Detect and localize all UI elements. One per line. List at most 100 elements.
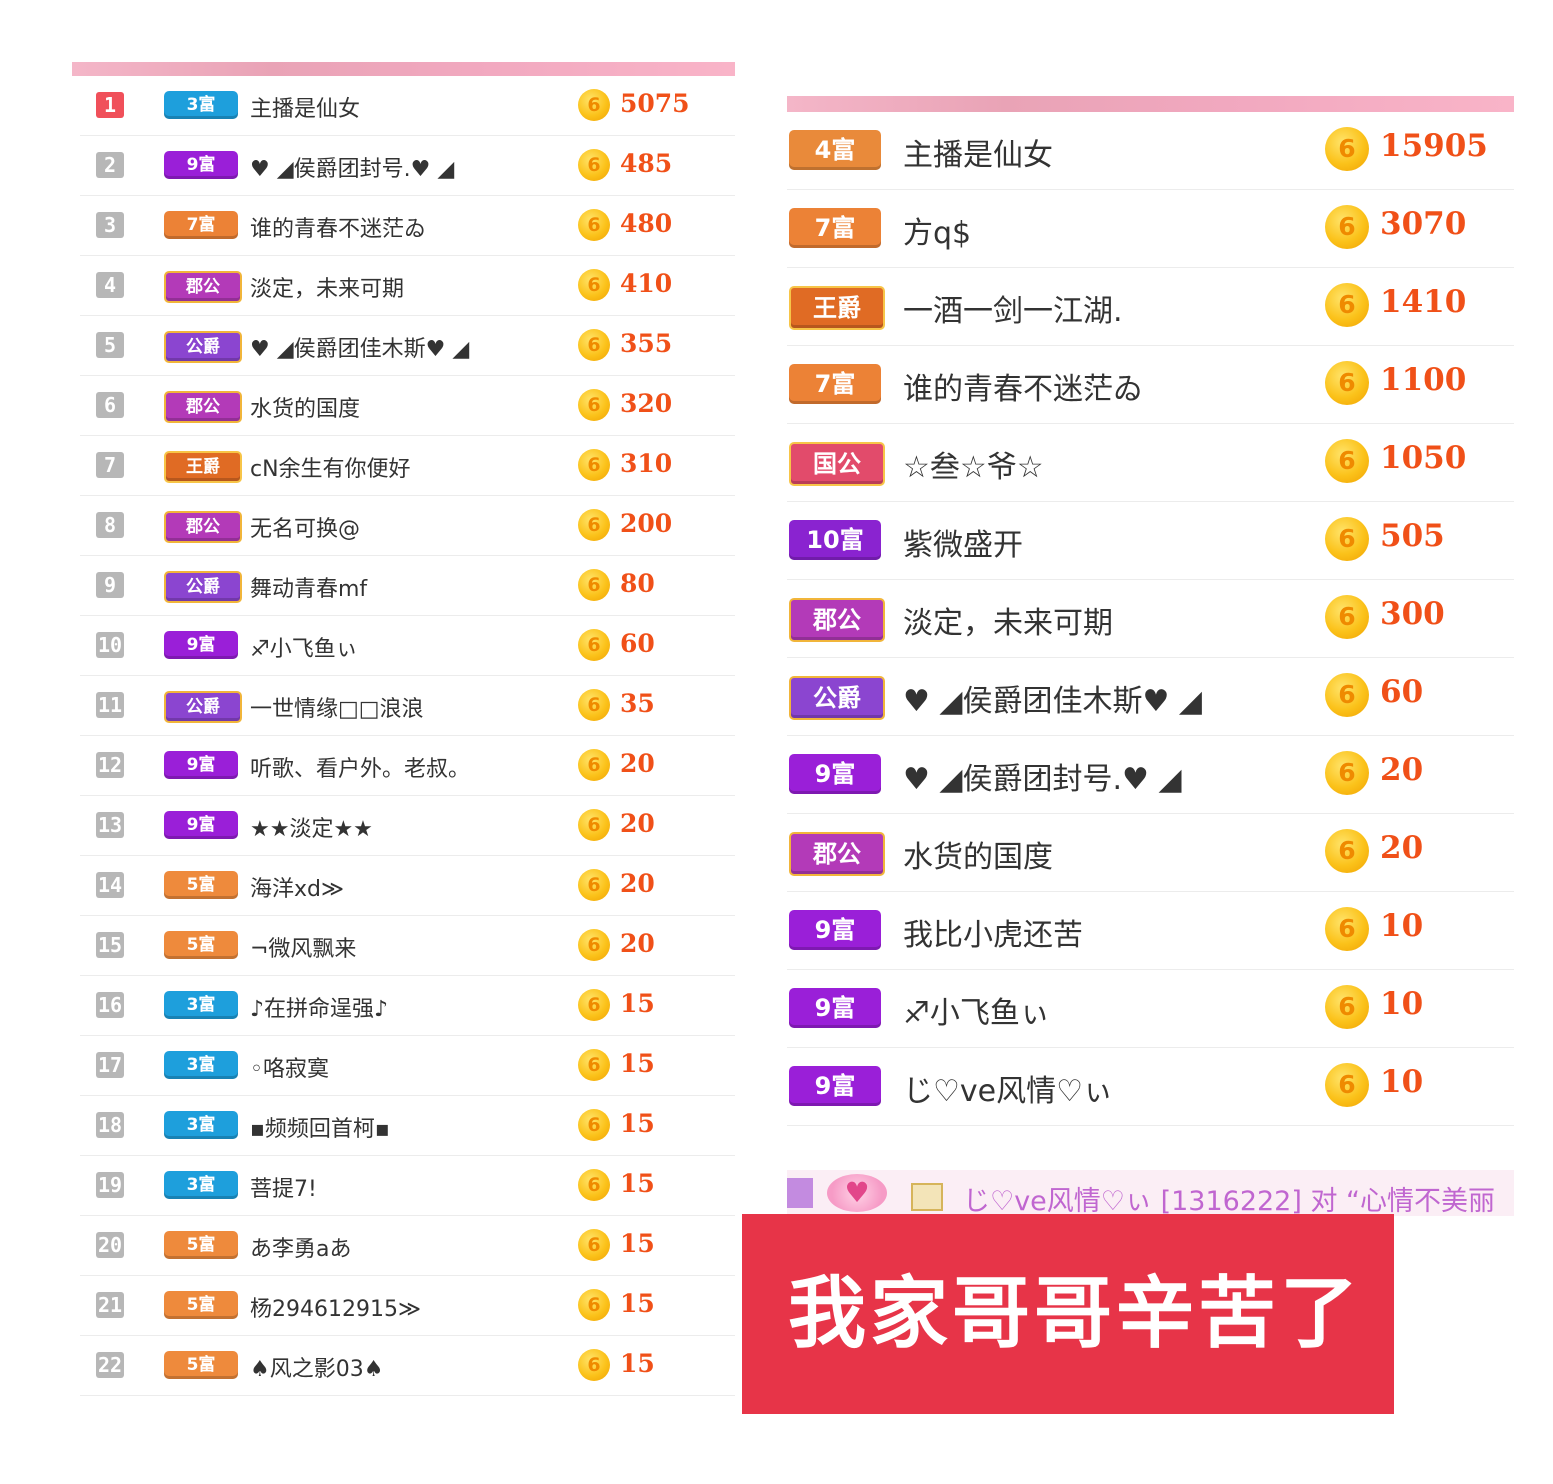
coin-amount: 320 <box>620 389 673 418</box>
user-name[interactable]: 一酒一剑一江湖. <box>903 286 1123 330</box>
coin-icon: 6 <box>1325 439 1369 483</box>
list-item[interactable]: 9富 我比小虎还苦 6 10 <box>787 892 1514 970</box>
user-name[interactable]: ♥ ◢侯爵团封号.♥ ◢ <box>903 754 1182 798</box>
list-item[interactable]: 3 7富 谁的青春不迷茫ゐ 6 480 <box>80 196 735 256</box>
list-item[interactable]: 公爵 ♥ ◢侯爵团佳木斯♥ ◢ 6 60 <box>787 658 1514 736</box>
list-item[interactable]: 13 9富 ★★淡定★★ 6 20 <box>80 796 735 856</box>
list-item[interactable]: 7富 谁的青春不迷茫ゐ 6 1100 <box>787 346 1514 424</box>
chat-message-text: じ♡ve风情♡ぃ [1316222] 对 “心情不美丽 <box>963 1186 1496 1216</box>
coin-icon: 6 <box>578 1169 610 1201</box>
coin-amount: 410 <box>620 269 673 298</box>
list-item[interactable]: 4 郡公 淡定，未来可期 6 410 <box>80 256 735 316</box>
level-badge: 5富 <box>164 1231 238 1259</box>
list-item[interactable]: 郡公 淡定，未来可期 6 300 <box>787 580 1514 658</box>
list-item[interactable]: 7富 方q$ 6 3070 <box>787 190 1514 268</box>
list-item[interactable]: 14 5富 海洋xd≫ 6 20 <box>80 856 735 916</box>
list-item[interactable]: 8 郡公 无名可换@ 6 200 <box>80 496 735 556</box>
coin-amount: 3070 <box>1380 206 1467 242</box>
list-item[interactable]: 7 王爵 cN余生有你便好 6 310 <box>80 436 735 496</box>
user-name[interactable]: ♥ ◢侯爵团佳木斯♥ ◢ <box>250 331 469 363</box>
coin-icon: 6 <box>1325 127 1369 171</box>
user-name[interactable]: ♠风之影03♠ <box>250 1351 383 1383</box>
list-item[interactable]: 10富 紫微盛开 6 505 <box>787 502 1514 580</box>
list-item[interactable]: 4富 主播是仙女 6 15905 <box>787 112 1514 190</box>
coin-amount: 15 <box>620 1109 655 1138</box>
user-name[interactable]: 淡定，未来可期 <box>903 598 1113 642</box>
user-name[interactable]: 方q$ <box>903 208 971 252</box>
user-name[interactable]: 水货的国度 <box>250 391 360 423</box>
list-item[interactable]: 9 公爵 舞动青春mf 6 80 <box>80 556 735 616</box>
coin-icon: 6 <box>578 1349 610 1381</box>
coin-icon: 6 <box>1325 283 1369 327</box>
user-name[interactable]: ☆叁☆爷☆ <box>903 442 1044 486</box>
list-item[interactable]: 国公 ☆叁☆爷☆ 6 1050 <box>787 424 1514 502</box>
user-name[interactable]: 一世情缘□□浪浪 <box>250 691 424 723</box>
user-name[interactable]: 水货的国度 <box>903 832 1053 876</box>
user-name[interactable]: 谁的青春不迷茫ゐ <box>250 211 426 243</box>
list-item[interactable]: 10 9富 ♐小飞鱼ぃ 6 60 <box>80 616 735 676</box>
user-name[interactable]: 紫微盛开 <box>903 520 1023 564</box>
list-item[interactable]: 20 5富 あ李勇aあ 6 15 <box>80 1216 735 1276</box>
list-item[interactable]: 12 9富 听歌、看户外。老叔。 6 20 <box>80 736 735 796</box>
user-name[interactable]: ¬微风飘来 <box>250 931 356 963</box>
user-name[interactable]: 听歌、看户外。老叔。 <box>250 751 470 783</box>
user-name[interactable]: 海洋xd≫ <box>250 871 344 903</box>
level-badge: 4富 <box>789 130 881 170</box>
rank-number: 15 <box>96 932 124 958</box>
coin-amount: 480 <box>620 209 673 238</box>
user-name[interactable]: ♥ ◢侯爵团封号.♥ ◢ <box>250 151 454 183</box>
user-name[interactable]: 谁的青春不迷茫ゐ <box>903 364 1143 408</box>
rank-number: 10 <box>96 632 124 658</box>
user-name[interactable]: ♥ ◢侯爵团佳木斯♥ ◢ <box>903 676 1202 720</box>
user-name[interactable]: 主播是仙女 <box>250 91 360 123</box>
user-name[interactable]: 主播是仙女 <box>903 130 1053 174</box>
user-name[interactable]: ♪在拼命逞强♪ <box>250 991 388 1023</box>
list-item[interactable]: 1 3富 主播是仙女 6 5075 <box>80 76 735 136</box>
list-item[interactable]: 15 5富 ¬微风飘来 6 20 <box>80 916 735 976</box>
user-name[interactable]: あ李勇aあ <box>250 1231 351 1263</box>
user-name[interactable]: cN余生有你便好 <box>250 451 411 483</box>
level-badge: 5富 <box>164 1351 238 1379</box>
user-name[interactable]: 杨294612915≫ <box>250 1291 421 1323</box>
list-item[interactable]: 2 9富 ♥ ◢侯爵团封号.♥ ◢ 6 485 <box>80 136 735 196</box>
coin-icon: 6 <box>578 929 610 961</box>
user-name[interactable]: 舞动青春mf <box>250 571 367 603</box>
list-item[interactable]: 9富 ♥ ◢侯爵团封号.♥ ◢ 6 20 <box>787 736 1514 814</box>
list-item[interactable]: 19 3富 菩提7! 6 15 <box>80 1156 735 1216</box>
user-name[interactable]: 淡定，未来可期 <box>250 271 404 303</box>
coin-amount: 15905 <box>1380 128 1488 164</box>
coin-icon: 6 <box>1325 907 1369 951</box>
list-item[interactable]: 16 3富 ♪在拼命逞强♪ 6 15 <box>80 976 735 1036</box>
right-ranking-panel: 4富 主播是仙女 6 15905 7富 方q$ 6 3070 王爵 一酒一剑一江湖. 6 1410 7富… <box>787 96 1514 1236</box>
user-name[interactable]: じ♡ve风情♡ぃ <box>903 1066 1113 1110</box>
list-item[interactable]: 9富 じ♡ve风情♡ぃ 6 10 <box>787 1048 1514 1126</box>
coin-icon: 6 <box>578 269 610 301</box>
list-item[interactable]: 18 3富 ▪频频回首柯▪ 6 15 <box>80 1096 735 1156</box>
user-name[interactable]: ★★淡定★★ <box>250 811 373 843</box>
list-item[interactable]: 11 公爵 一世情缘□□浪浪 6 35 <box>80 676 735 736</box>
level-badge: 3富 <box>164 991 238 1019</box>
coin-amount: 1100 <box>1380 362 1467 398</box>
list-item[interactable]: 22 5富 ♠风之影03♠ 6 15 <box>80 1336 735 1396</box>
list-item[interactable]: 5 公爵 ♥ ◢侯爵团佳木斯♥ ◢ 6 355 <box>80 316 735 376</box>
level-badge: 公爵 <box>164 571 242 603</box>
user-name[interactable]: 无名可换@ <box>250 511 360 543</box>
list-item[interactable]: 17 3富 ◦咯寂寞 6 15 <box>80 1036 735 1096</box>
coin-icon: 6 <box>578 1049 610 1081</box>
level-badge: 9富 <box>789 988 881 1028</box>
list-item[interactable]: 王爵 一酒一剑一江湖. 6 1410 <box>787 268 1514 346</box>
user-name[interactable]: ◦咯寂寞 <box>250 1051 329 1083</box>
user-name[interactable]: ▪频频回首柯▪ <box>250 1111 390 1143</box>
rank-number: 14 <box>96 872 124 898</box>
level-badge: 7富 <box>164 211 238 239</box>
user-name[interactable]: 我比小虎还苦 <box>903 910 1083 954</box>
user-name[interactable]: 菩提7! <box>250 1171 317 1203</box>
list-item[interactable]: 21 5富 杨294612915≫ 6 15 <box>80 1276 735 1336</box>
list-item[interactable]: 郡公 水货的国度 6 20 <box>787 814 1514 892</box>
user-name[interactable]: ♐小飞鱼ぃ <box>903 988 1050 1032</box>
list-item[interactable]: 6 郡公 水货的国度 6 320 <box>80 376 735 436</box>
rank-number: 2 <box>96 152 124 178</box>
rank-number: 12 <box>96 752 124 778</box>
list-item[interactable]: 9富 ♐小飞鱼ぃ 6 10 <box>787 970 1514 1048</box>
user-name[interactable]: ♐小飞鱼ぃ <box>250 631 358 663</box>
